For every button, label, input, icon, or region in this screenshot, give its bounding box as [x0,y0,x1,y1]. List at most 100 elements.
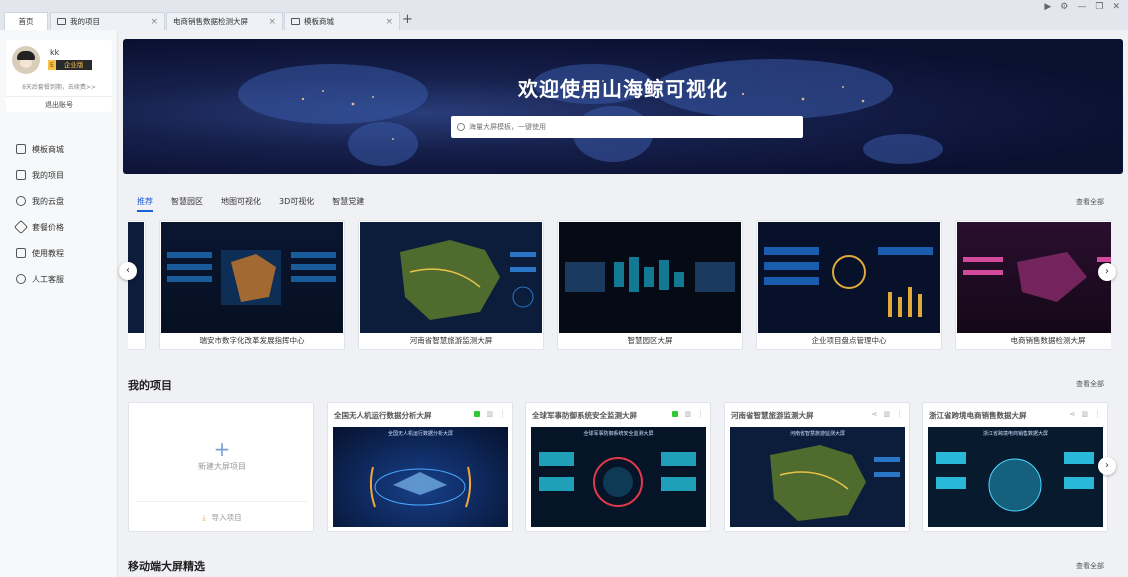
template-card[interactable]: 智慧园区大屏 [557,220,743,350]
sidebar-item-label: 使用教程 [32,248,64,258]
sidebar-item-my-projects[interactable]: 我的项目 [0,162,118,188]
sidebar-item-support[interactable]: 人工客服 [0,266,118,292]
play-icon[interactable]: ▶ [1044,2,1051,12]
template-title: 河南省智慧旅游监测大屏 [409,336,493,345]
published-icon [474,411,481,417]
template-title: 电商销售数据检测大屏 [1010,336,1086,345]
tab-recommend[interactable]: 推荐 [137,196,153,212]
template-carousel: 瑞安市数字化改革发展指挥中心 河南省智慧旅游监测大屏 智慧园区大屏 企业项目盘点… [128,220,1111,350]
tab-bar: 首页 我的项目 × 电商销售数据检测大屏 × 模板商城 × + ▶ ⚙ — ❐ … [0,0,1128,30]
chart-icon [16,170,26,180]
sidebar-item-tutorial[interactable]: 使用教程 [0,240,118,266]
my-projects-title: 我的项目 [128,379,172,392]
world-map-background [238,59,943,166]
plan-badge: E 企业版 [48,60,92,70]
trash-icon[interactable]: ▥ [486,410,493,418]
project-card[interactable]: 河南省智慧旅游监测大屏 ⋖ ▥ ⋮ 河南省智慧旅游监测大屏 [724,402,910,532]
template-thumbnail [559,222,741,333]
trash-icon[interactable]: ▥ [684,410,691,418]
avatar[interactable] [12,46,40,74]
cloud-icon [16,196,26,206]
more-icon[interactable]: ⋮ [1094,410,1101,418]
view-all-projects-link[interactable]: 查看全部 [1076,379,1104,389]
tab-label: 我的项目 [70,17,100,26]
add-tab-button[interactable]: + [402,12,413,27]
trash-icon[interactable]: ▥ [1081,410,1088,418]
tab-template-store[interactable]: 模板商城 × [284,12,400,30]
template-thumbnail [957,222,1111,333]
template-card[interactable] [128,220,146,350]
template-card[interactable]: 瑞安市数字化改革发展指挥中心 [159,220,345,350]
gear-icon[interactable]: ⚙ [1060,2,1068,12]
search-input[interactable] [469,123,803,131]
tab-3d-visual[interactable]: 3D可视化 [279,196,314,212]
template-card[interactable]: 企业项目盘点管理中心 [756,220,942,350]
share-icon[interactable]: ⋖ [1070,410,1076,418]
sidebar-nav: 模板商城 我的项目 我的云盘 套餐价格 使用教程 人工客服 [0,136,118,292]
tab-map-visual[interactable]: 地图可视化 [221,196,261,212]
sidebar: kk E 企业版 8天后套餐到期，去续费>> 退出账号 模板商城 我的项目 我的… [0,30,118,577]
template-thumbnail [758,222,940,333]
project-title: 全球军事防御系统安全监测大屏 [532,411,637,420]
project-thumbnail: 全球军事防御系统安全监测大屏 [531,427,706,527]
logout-button[interactable]: 退出账号 [6,96,112,110]
close-icon[interactable]: × [268,17,276,27]
more-icon[interactable]: ⋮ [896,410,903,418]
import-label: 导入项目 [211,513,242,522]
project-title: 全国无人机运行数据分析大屏 [334,411,432,420]
sidebar-item-label: 模板商城 [32,144,64,154]
minimize-icon[interactable]: — [1077,2,1086,12]
new-project-card[interactable]: + 新建大屏项目 ⤓ 导入项目 [128,402,314,532]
tab-ecommerce-screen[interactable]: 电商销售数据检测大屏 × [166,12,283,30]
profile-card: kk E 企业版 8天后套餐到期，去续费>> 退出账号 [6,40,112,112]
new-project-label: 新建大屏项目 [198,462,246,471]
carousel-prev-button[interactable]: ‹ [119,262,137,280]
close-icon[interactable]: × [150,17,158,27]
more-icon[interactable]: ⋮ [499,410,506,418]
banner-title: 欢迎使用山海鲸可视化 [518,77,728,101]
close-window-icon[interactable]: ✕ [1112,2,1120,12]
project-card[interactable]: 全国无人机运行数据分析大屏 ▥ ⋮ 全国无人机运行数据分析大屏 [327,402,513,532]
user-icon [16,274,26,284]
template-title: 瑞安市数字化改革发展指挥中心 [199,336,305,345]
tab-smart-party[interactable]: 智慧党建 [332,196,364,212]
project-card[interactable]: 全球军事防御系统安全监测大屏 ▥ ⋮ 全球军事防御系统安全监测大屏 [525,402,711,532]
enterprise-icon: E [48,60,56,70]
maximize-icon[interactable]: ❐ [1095,2,1103,12]
template-title: 企业项目盘点管理中心 [811,336,887,345]
tab-home[interactable]: 首页 [4,12,48,30]
sidebar-item-label: 人工客服 [32,274,64,284]
thumbnail-title: 全国无人机运行数据分析大屏 [387,431,453,437]
view-all-templates-link[interactable]: 查看全部 [1076,197,1104,207]
tab-label: 电商销售数据检测大屏 [173,17,248,26]
trash-icon[interactable]: ▥ [883,410,890,418]
share-icon[interactable]: ⋖ [872,410,878,418]
sidebar-item-template-store[interactable]: 模板商城 [0,136,118,162]
sidebar-item-pricing[interactable]: 套餐价格 [0,214,118,240]
close-icon[interactable]: × [385,17,393,27]
tab-my-projects[interactable]: 我的项目 × [50,12,165,30]
import-project-button[interactable]: ⤓ 导入项目 [137,501,307,523]
window-controls: ▶ ⚙ — ❐ ✕ [1044,2,1120,12]
template-card[interactable]: 河南省智慧旅游监测大屏 [358,220,544,350]
sidebar-item-label: 我的项目 [32,170,64,180]
project-card[interactable]: 浙江省跨境电商销售数据大屏 ⋖ ▥ ⋮ 浙江省跨境电商销售数据大屏 [922,402,1108,532]
published-icon [672,411,679,417]
thumbnail-title: 浙江省跨境电商销售数据大屏 [982,431,1048,437]
category-tabs: 推荐 智慧园区 地图可视化 3D可视化 智慧党建 [137,196,364,212]
tab-label: 模板商城 [304,17,334,26]
more-icon[interactable]: ⋮ [697,410,704,418]
tab-smart-park[interactable]: 智慧园区 [171,196,203,212]
mobile-section-title: 移动端大屏精选 [128,560,205,573]
username: kk [50,48,60,57]
template-card[interactable]: 电商销售数据检测大屏 [955,220,1111,350]
renew-link[interactable]: 8天后套餐到期，去续费>> [6,82,112,91]
plan-label: 企业版 [56,60,92,70]
sidebar-item-cloud[interactable]: 我的云盘 [0,188,118,214]
view-all-mobile-link[interactable]: 查看全部 [1076,561,1104,571]
project-title: 浙江省跨境电商销售数据大屏 [929,411,1027,420]
project-title: 河南省智慧旅游监测大屏 [731,411,814,420]
projects-next-button[interactable]: › [1098,457,1116,475]
tag-icon [13,219,29,235]
carousel-next-button[interactable]: › [1098,263,1116,281]
